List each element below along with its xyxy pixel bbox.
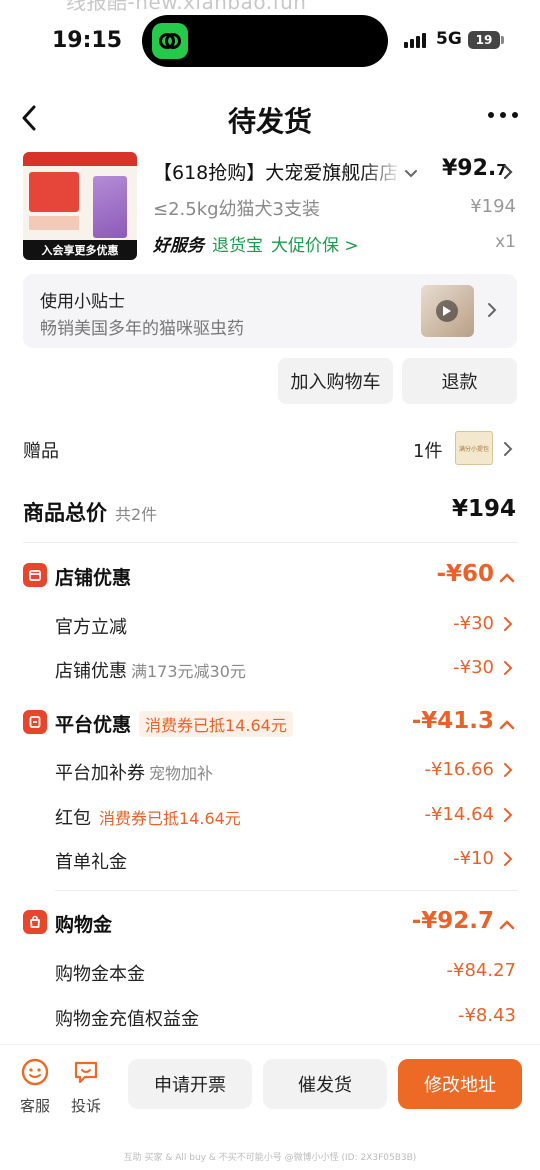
total-label: 商品总价 共2件 — [23, 497, 157, 527]
status-bar: 19:15 5G 19 — [0, 0, 540, 80]
status-time: 19:15 — [52, 28, 123, 53]
discount-row-amount: -¥30 — [453, 613, 494, 634]
gold-row-amount: -¥84.27 — [446, 960, 516, 981]
good-service-badge: 好服务 — [153, 236, 204, 256]
add-to-cart-button[interactable]: 加入购物车 — [278, 358, 393, 404]
product-price: ¥92.7 — [442, 156, 507, 181]
change-address-button[interactable]: 修改地址 — [398, 1059, 522, 1109]
chevron-down-icon[interactable] — [404, 164, 418, 183]
thumb-banner: 入会享更多优惠 — [23, 240, 137, 260]
chevron-right-icon[interactable] — [502, 441, 514, 461]
usage-tips-card[interactable]: 使用小贴士 畅销美国多年的猫咪驱虫药 — [23, 274, 517, 348]
complain-icon — [74, 1061, 98, 1084]
more-icon[interactable] — [488, 112, 518, 118]
chevron-up-icon[interactable] — [499, 916, 515, 935]
gold-row-label: 购物金充值权益金 — [55, 1009, 199, 1030]
shopping-gold-amount: -¥92.7 — [411, 908, 494, 934]
watermark-bottom: 互助 买家 & All buy & 不买不可能小号 @微博小小怪 (ID: 2X… — [123, 1153, 417, 1163]
discount-row-label: 店铺优惠 满173元减30元 — [55, 657, 246, 683]
discount-row-label-text: 店铺优惠 — [55, 661, 127, 682]
discount-row-amount: -¥10 — [453, 848, 494, 869]
video-thumbnail[interactable] — [421, 285, 474, 337]
customer-service-label: 客服 — [19, 1097, 50, 1115]
platform-discount-title-text: 平台优惠 — [55, 714, 132, 736]
customer-service-icon — [21, 1058, 49, 1086]
service-badges[interactable]: 好服务 退货宝 大促价保 > — [153, 231, 359, 256]
discount-row-amount: -¥14.64 — [424, 804, 494, 825]
consumption-voucher-tag: 消费券已抵14.64元 — [139, 711, 293, 737]
dynamic-island — [142, 15, 388, 67]
platform-discount-title: 平台优惠 消费券已抵14.64元 — [55, 710, 293, 737]
chevron-up-icon[interactable] — [499, 569, 515, 588]
discount-row-label: 平台加补券 宠物加补 — [55, 759, 213, 785]
chevron-right-icon — [486, 302, 498, 322]
product-image[interactable]: 46 入会享更多优惠 — [23, 152, 137, 260]
product-spec: ≤2.5kg幼猫犬3支装 — [153, 199, 321, 220]
discount-row-amount: -¥30 — [453, 657, 494, 678]
total-label-text: 商品总价 — [23, 501, 107, 525]
total-amount: ¥194 — [451, 496, 516, 522]
network-label: 5G — [436, 29, 462, 49]
chevron-right-icon[interactable] — [502, 616, 514, 636]
play-icon — [436, 300, 458, 322]
discount-row-label-text: 红包 — [55, 808, 91, 829]
price-protect-label: 大促价保 > — [271, 236, 359, 256]
shopping-gold-title: 购物金 — [55, 914, 113, 936]
gold-row-amount: -¥8.43 — [457, 1005, 516, 1026]
nav-bar: 待发货 — [0, 92, 540, 146]
gold-row-label: 购物金本金 — [55, 964, 145, 985]
chevron-right-icon[interactable] — [502, 660, 514, 680]
tips-desc: 畅销美国多年的猫咪驱虫药 — [40, 319, 244, 339]
return-insurance-label: 退货宝 — [212, 236, 263, 256]
discount-row-label: 官方立减 — [55, 617, 127, 638]
platform-icon — [23, 710, 47, 734]
order-detail-page: 线报酷-new.xianbao.fun 19:15 5G 19 待发货 46 入… — [0, 0, 540, 1170]
chevron-right-icon[interactable] — [502, 851, 514, 871]
product-box-image — [93, 176, 127, 238]
shop-discount-amount: -¥60 — [436, 561, 494, 587]
gift-label: 赠品 — [23, 441, 59, 462]
invoice-button[interactable]: 申请开票 — [128, 1059, 252, 1109]
gift-card-text: 满分小提包 — [458, 445, 489, 453]
price-integer: ¥92. — [442, 156, 497, 181]
complain-label: 投诉 — [70, 1097, 101, 1115]
discount-row-label: 首单礼金 — [55, 852, 127, 873]
shop-discount-title: 店铺优惠 — [55, 567, 132, 589]
total-count: 共2件 — [115, 505, 158, 524]
shopping-bag-icon — [23, 910, 47, 934]
chevron-right-icon[interactable] — [502, 164, 514, 184]
battery-icon: 19 — [468, 31, 500, 49]
gift-count: 1件 — [413, 441, 443, 462]
customer-service-button[interactable]: 客服 — [15, 1057, 55, 1116]
platform-discount-amount: -¥41.3 — [411, 708, 494, 734]
chevron-right-icon[interactable] — [502, 807, 514, 827]
original-price: ¥194 — [470, 196, 516, 217]
discount-row-amount: -¥16.66 — [424, 759, 494, 780]
refund-button[interactable]: 退款 — [402, 358, 517, 404]
battery-tip — [501, 36, 504, 44]
chevron-right-icon[interactable] — [502, 762, 514, 782]
urge-shipping-button[interactable]: 催发货 — [263, 1059, 387, 1109]
chat-app-icon — [152, 23, 188, 59]
page-title: 待发货 — [227, 105, 312, 138]
shop-icon — [23, 563, 47, 587]
discount-row-sub: 宠物加补 — [149, 764, 214, 783]
chevron-up-icon[interactable] — [499, 716, 515, 735]
discount-row-sub: 消费券已抵14.64元 — [99, 809, 241, 828]
discount-row-label-text: 平台加补券 — [55, 763, 145, 784]
gift-card-image[interactable]: 满分小提包 — [455, 431, 493, 465]
tips-title: 使用小贴士 — [40, 292, 125, 312]
complain-button[interactable]: 投诉 — [66, 1057, 106, 1116]
discount-row-label: 红包 消费券已抵14.64元 — [55, 804, 241, 830]
product-quantity: x1 — [495, 232, 516, 252]
discount-row-sub: 满173元减30元 — [131, 662, 246, 681]
signal-icon — [404, 33, 426, 48]
